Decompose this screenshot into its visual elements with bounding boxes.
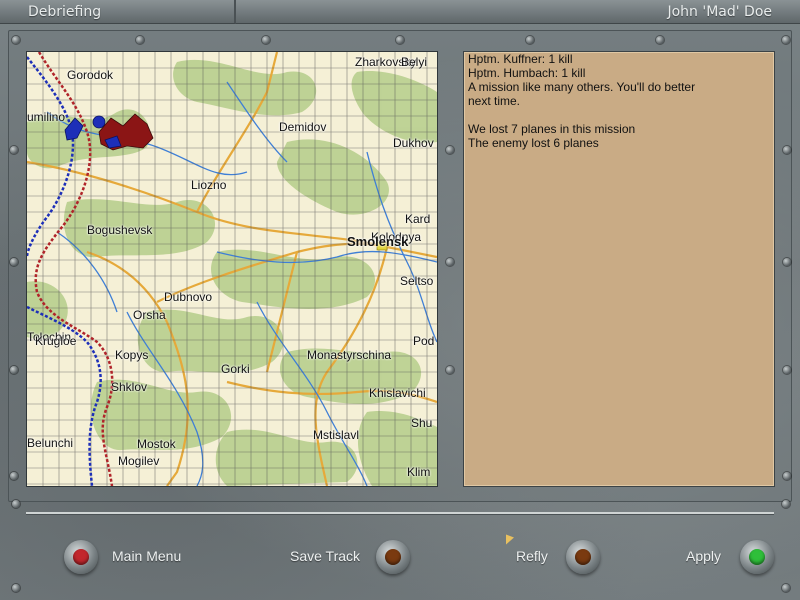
apply-button[interactable]: Apply bbox=[686, 540, 776, 574]
city-label: umilino bbox=[27, 110, 66, 124]
city-label: Mstislavl bbox=[313, 428, 360, 442]
city-label: Klim bbox=[407, 465, 431, 479]
save-track-button[interactable]: Save Track bbox=[288, 540, 413, 574]
title-bar: Debriefing John 'Mad' Doe bbox=[0, 0, 800, 24]
city-label: Gorodok bbox=[67, 68, 114, 82]
refly-label: Refly bbox=[516, 548, 548, 564]
apply-knob-icon[interactable] bbox=[740, 540, 774, 574]
city-label: Demidov bbox=[279, 120, 327, 134]
main-menu-knob-icon[interactable] bbox=[64, 540, 98, 574]
rivet-icon bbox=[526, 36, 534, 44]
report-line: The enemy lost 6 planes bbox=[468, 136, 599, 150]
city-label: Pod bbox=[413, 334, 435, 348]
rivet-icon bbox=[782, 500, 790, 508]
city-label: Khislavichi bbox=[369, 386, 426, 400]
rivet-icon bbox=[262, 36, 270, 44]
rivet-icon bbox=[656, 36, 664, 44]
city-label: Smolensk bbox=[347, 234, 409, 249]
rivet-icon bbox=[783, 258, 791, 266]
amber-lamp-icon bbox=[385, 549, 401, 565]
city-label: Monastyrschina bbox=[307, 348, 392, 362]
city-label: Bogushevsk bbox=[87, 223, 153, 237]
save-track-label: Save Track bbox=[290, 548, 361, 564]
city-label: Shu bbox=[411, 416, 433, 430]
save-track-knob-icon[interactable] bbox=[376, 540, 410, 574]
report-spacer bbox=[464, 108, 774, 122]
city-label: Orsha bbox=[133, 308, 166, 322]
report-line: Hptm. Kuffner: 1 kill bbox=[468, 52, 573, 66]
map-terrain bbox=[27, 52, 437, 486]
divider bbox=[26, 512, 774, 514]
mission-map[interactable]: Gorodok umilino Zharkovsky Belyi Demidov… bbox=[26, 51, 438, 487]
rivet-icon bbox=[783, 146, 791, 154]
report-line: A mission like many others. You'll do be… bbox=[468, 80, 696, 94]
report-line: Hptm. Humbach: 1 kill bbox=[468, 66, 586, 80]
rivet-icon bbox=[10, 258, 18, 266]
red-lamp-icon bbox=[73, 549, 89, 565]
refly-knob-icon[interactable] bbox=[566, 540, 600, 574]
city-label: Shklov bbox=[111, 380, 148, 394]
rivet-icon bbox=[446, 258, 454, 266]
report-line: next time. bbox=[468, 94, 521, 108]
city-label: Belyi bbox=[401, 55, 428, 69]
refly-button[interactable]: Refly bbox=[514, 540, 604, 574]
rivet-icon bbox=[10, 472, 18, 480]
rivet-icon bbox=[10, 146, 18, 154]
rivet-icon bbox=[783, 366, 791, 374]
city-label: Liozno bbox=[191, 178, 227, 192]
city-label: Dukhov bbox=[393, 136, 434, 150]
apply-label: Apply bbox=[686, 548, 722, 564]
city-label: Krugloe bbox=[35, 334, 77, 348]
main-menu-label: Main Menu bbox=[112, 548, 182, 564]
report-line: We lost 7 planes in this mission bbox=[468, 122, 636, 136]
rivet-icon bbox=[782, 36, 790, 44]
rivet-icon bbox=[12, 36, 20, 44]
green-lamp-icon bbox=[749, 549, 765, 565]
rivet-icon bbox=[782, 584, 790, 592]
city-label: Dubnovo bbox=[164, 290, 213, 304]
amber-lamp-icon bbox=[575, 549, 591, 565]
city-label: Kard bbox=[405, 212, 431, 226]
city-label: Mogilev bbox=[118, 454, 160, 468]
city-label: Kopys bbox=[115, 348, 149, 362]
rivet-icon bbox=[10, 366, 18, 374]
rivet-icon bbox=[396, 36, 404, 44]
city-label: Seltso bbox=[400, 274, 434, 288]
city-label: Belunchi bbox=[27, 436, 74, 450]
debrief-report: Hptm. Kuffner: 1 kill Hptm. Humbach: 1 k… bbox=[463, 51, 775, 487]
rivet-icon bbox=[12, 500, 20, 508]
city-label: Mostok bbox=[137, 437, 176, 451]
city-label: Gorki bbox=[221, 362, 250, 376]
rivet-icon bbox=[446, 366, 454, 374]
rivet-icon bbox=[136, 36, 144, 44]
main-menu-button[interactable]: Main Menu bbox=[64, 540, 204, 574]
rivet-icon bbox=[783, 472, 791, 480]
screen-title: Debriefing bbox=[0, 0, 236, 24]
rivet-icon bbox=[446, 146, 454, 154]
rivet-icon bbox=[12, 584, 20, 592]
player-name: John 'Mad' Doe bbox=[236, 0, 800, 24]
